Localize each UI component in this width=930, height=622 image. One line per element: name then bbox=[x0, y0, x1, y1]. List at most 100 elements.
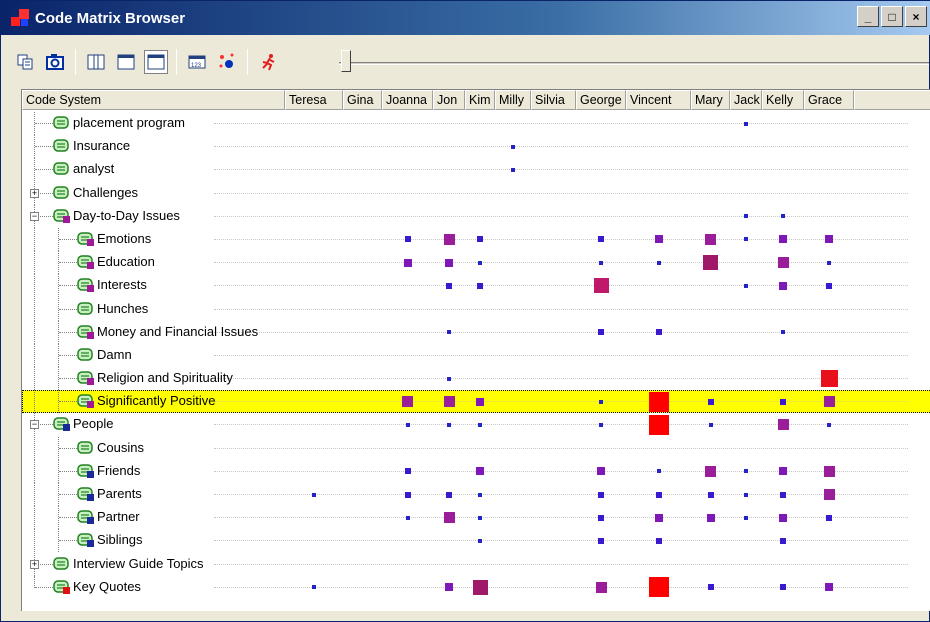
column-header-kim[interactable]: Kim bbox=[465, 90, 495, 110]
code-system-header[interactable]: Code System bbox=[22, 90, 285, 110]
matrix-cell-marker[interactable] bbox=[599, 400, 603, 404]
matrix-cell-marker[interactable] bbox=[598, 492, 604, 498]
matrix-cell-marker[interactable] bbox=[312, 493, 316, 497]
matrix-cell-marker[interactable] bbox=[744, 516, 748, 520]
matrix-cell-marker[interactable] bbox=[444, 396, 455, 407]
matrix-cell-marker[interactable] bbox=[826, 283, 832, 289]
matrix-cell-marker[interactable] bbox=[656, 538, 662, 544]
matrix-cell-marker[interactable] bbox=[405, 236, 411, 242]
close-button[interactable]: × bbox=[905, 6, 927, 27]
camera-icon[interactable] bbox=[43, 50, 67, 74]
matrix-cell-marker[interactable] bbox=[477, 236, 483, 242]
matrix-cell-marker[interactable] bbox=[827, 261, 831, 265]
maximize-button[interactable]: □ bbox=[881, 6, 903, 27]
matrix-cell-marker[interactable] bbox=[594, 278, 609, 293]
matrix-cell-marker[interactable] bbox=[598, 538, 604, 544]
code-row[interactable]: Partner bbox=[22, 506, 930, 529]
matrix-cell-marker[interactable] bbox=[821, 370, 838, 387]
column-header-silvia[interactable]: Silvia bbox=[531, 90, 576, 110]
matrix-cell-marker[interactable] bbox=[655, 235, 663, 243]
matrix-cell-marker[interactable] bbox=[744, 237, 748, 241]
code-row[interactable]: analyst bbox=[22, 158, 930, 181]
grid-123-icon[interactable]: 123 bbox=[185, 50, 209, 74]
matrix-cell-marker[interactable] bbox=[445, 259, 453, 267]
code-row[interactable]: Religion and Spirituality bbox=[22, 367, 930, 390]
code-row[interactable]: − People bbox=[22, 413, 930, 436]
code-row[interactable]: Significantly Positive bbox=[22, 390, 930, 413]
matrix-cell-marker[interactable] bbox=[649, 392, 669, 412]
column-header-kelly[interactable]: Kelly bbox=[762, 90, 804, 110]
code-row[interactable]: Key Quotes bbox=[22, 576, 930, 599]
column-header-joanna[interactable]: Joanna bbox=[382, 90, 433, 110]
matrix-cell-marker[interactable] bbox=[478, 493, 482, 497]
code-row[interactable]: Education bbox=[22, 251, 930, 274]
matrix-cell-marker[interactable] bbox=[655, 514, 663, 522]
column-header-milly[interactable]: Milly bbox=[495, 90, 531, 110]
runner-icon[interactable] bbox=[256, 50, 280, 74]
matrix-cell-marker[interactable] bbox=[709, 423, 713, 427]
expand-icon[interactable]: + bbox=[30, 189, 39, 198]
matrix-cell-marker[interactable] bbox=[446, 492, 452, 498]
column-header-george[interactable]: George bbox=[576, 90, 626, 110]
matrix-cell-marker[interactable] bbox=[473, 580, 488, 595]
matrix-cell-marker[interactable] bbox=[657, 469, 661, 473]
zoom-slider[interactable] bbox=[339, 59, 929, 67]
code-row[interactable]: Damn bbox=[22, 344, 930, 367]
columns-icon[interactable] bbox=[84, 50, 108, 74]
matrix-cell-marker[interactable] bbox=[444, 234, 455, 245]
matrix-cell-marker[interactable] bbox=[478, 539, 482, 543]
matrix-cell-marker[interactable] bbox=[511, 168, 515, 172]
matrix-cell-marker[interactable] bbox=[708, 492, 714, 498]
code-row[interactable]: Siblings bbox=[22, 529, 930, 552]
slider-thumb[interactable] bbox=[341, 50, 351, 72]
column-header-vincent[interactable]: Vincent bbox=[626, 90, 691, 110]
matrix-cell-marker[interactable] bbox=[780, 538, 786, 544]
column-header-gina[interactable]: Gina bbox=[343, 90, 382, 110]
square-icon[interactable] bbox=[144, 50, 168, 74]
matrix-cell-marker[interactable] bbox=[778, 419, 789, 430]
matrix-cell-marker[interactable] bbox=[476, 467, 484, 475]
matrix-cell-marker[interactable] bbox=[597, 467, 605, 475]
rows-icon[interactable] bbox=[114, 50, 138, 74]
matrix-cell-marker[interactable] bbox=[598, 515, 604, 521]
matrix-cell-marker[interactable] bbox=[708, 584, 714, 590]
matrix-cell-marker[interactable] bbox=[744, 493, 748, 497]
matrix-cell-marker[interactable] bbox=[824, 466, 835, 477]
matrix-cell-marker[interactable] bbox=[478, 423, 482, 427]
matrix-cell-marker[interactable] bbox=[447, 330, 451, 334]
matrix-cell-marker[interactable] bbox=[406, 423, 410, 427]
matrix-cell-marker[interactable] bbox=[476, 398, 484, 406]
matrix-cell-marker[interactable] bbox=[447, 423, 451, 427]
matrix-cell-marker[interactable] bbox=[779, 514, 787, 522]
matrix-cell-marker[interactable] bbox=[779, 467, 787, 475]
matrix-cell-marker[interactable] bbox=[781, 214, 785, 218]
matrix-cell-marker[interactable] bbox=[824, 396, 835, 407]
matrix-cell-marker[interactable] bbox=[708, 399, 714, 405]
matrix-cell-marker[interactable] bbox=[744, 284, 748, 288]
matrix-cell-marker[interactable] bbox=[598, 329, 604, 335]
matrix-cell-marker[interactable] bbox=[779, 235, 787, 243]
matrix-cell-marker[interactable] bbox=[478, 261, 482, 265]
nodes-icon[interactable] bbox=[215, 50, 239, 74]
matrix-cell-marker[interactable] bbox=[402, 396, 413, 407]
matrix-cell-marker[interactable] bbox=[744, 122, 748, 126]
code-row[interactable]: Insurance bbox=[22, 135, 930, 158]
matrix-cell-marker[interactable] bbox=[707, 514, 715, 522]
matrix-cell-marker[interactable] bbox=[478, 516, 482, 520]
matrix-cell-marker[interactable] bbox=[780, 399, 786, 405]
code-row[interactable]: + Interview Guide Topics bbox=[22, 553, 930, 576]
matrix-cell-marker[interactable] bbox=[827, 423, 831, 427]
code-row[interactable]: Cousins bbox=[22, 437, 930, 460]
matrix-cell-marker[interactable] bbox=[477, 283, 483, 289]
matrix-cell-marker[interactable] bbox=[447, 377, 451, 381]
matrix-cell-marker[interactable] bbox=[781, 330, 785, 334]
matrix-cell-marker[interactable] bbox=[744, 214, 748, 218]
matrix-cell-marker[interactable] bbox=[598, 236, 604, 242]
matrix-cell-marker[interactable] bbox=[405, 492, 411, 498]
title-bar[interactable]: Code Matrix Browser _ □ × bbox=[1, 1, 930, 35]
matrix-cell-marker[interactable] bbox=[825, 583, 833, 591]
matrix-cell-marker[interactable] bbox=[826, 515, 832, 521]
matrix-cell-marker[interactable] bbox=[703, 255, 718, 270]
matrix-cell-marker[interactable] bbox=[705, 466, 716, 477]
matrix-cell-marker[interactable] bbox=[779, 282, 787, 290]
